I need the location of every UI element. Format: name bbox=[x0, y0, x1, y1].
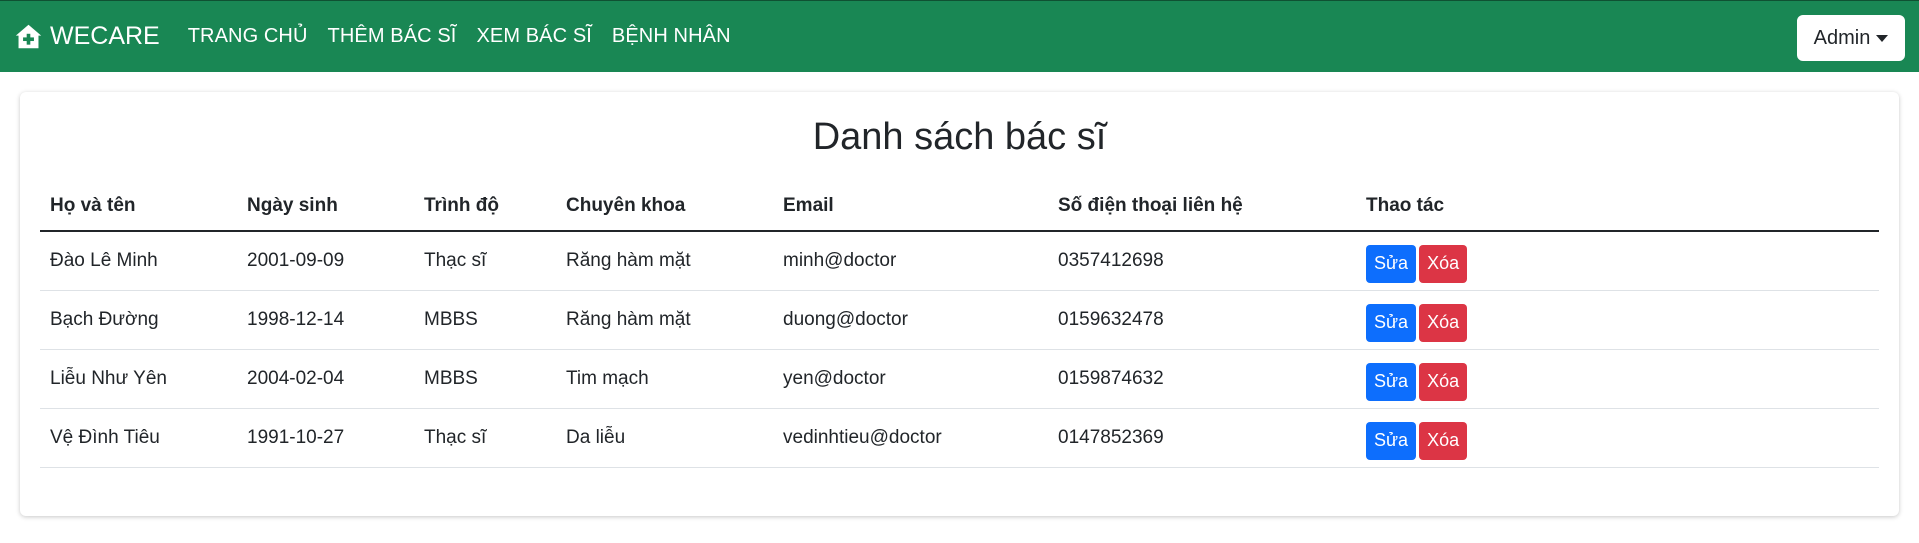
header-degree: Trình độ bbox=[414, 181, 556, 232]
caret-down-icon bbox=[1876, 34, 1889, 42]
cell-name: Vệ Đình Tiêu bbox=[40, 408, 237, 468]
page-title: Danh sách bác sĩ bbox=[812, 116, 1107, 158]
cell-degree: Thạc sĩ bbox=[414, 231, 556, 291]
nav-link-add-doctor[interactable]: THÊM BÁC SĨ bbox=[318, 25, 467, 48]
cell-actions: Sửa Xóa bbox=[1356, 408, 1879, 468]
cell-actions: Sửa Xóa bbox=[1356, 290, 1879, 350]
top-navbar: WECARE TRANG CHỦ THÊM BÁC SĨ XEM BÁC SĨ … bbox=[0, 0, 1919, 72]
cell-name: Liễu Như Yên bbox=[40, 349, 237, 409]
cell-degree: MBBS bbox=[414, 349, 556, 409]
cell-email: minh@doctor bbox=[773, 231, 1048, 291]
cell-email: yen@doctor bbox=[773, 349, 1048, 409]
edit-button[interactable]: Sửa bbox=[1366, 244, 1417, 283]
header-actions: Thao tác bbox=[1356, 181, 1879, 232]
header-birthdate: Ngày sinh bbox=[237, 181, 414, 232]
edit-button[interactable]: Sửa bbox=[1366, 421, 1417, 460]
table-row: Vệ Đình Tiêu 1991-10-27 Thạc sĩ Da liễu … bbox=[40, 408, 1879, 468]
cell-specialty: Răng hàm mặt bbox=[556, 290, 773, 350]
house-medical-icon bbox=[15, 24, 42, 49]
cell-name: Bạch Đường bbox=[40, 290, 237, 350]
edit-button[interactable]: Sửa bbox=[1366, 362, 1417, 401]
cell-degree: Thạc sĩ bbox=[414, 408, 556, 468]
cell-birthdate: 1991-10-27 bbox=[237, 408, 414, 468]
table-row: Bạch Đường 1998-12-14 MBBS Răng hàm mặt … bbox=[40, 290, 1879, 350]
nav-links: TRANG CHỦ THÊM BÁC SĨ XEM BÁC SĨ BỆNH NH… bbox=[178, 25, 741, 48]
nav-link-home[interactable]: TRANG CHỦ bbox=[178, 25, 318, 48]
table-row: Liễu Như Yên 2004-02-04 MBBS Tim mạch ye… bbox=[40, 349, 1879, 409]
cell-phone: 0357412698 bbox=[1048, 231, 1356, 291]
brand-link[interactable]: WECARE bbox=[14, 22, 160, 51]
cell-specialty: Da liễu bbox=[556, 408, 773, 468]
cell-birthdate: 2001-09-09 bbox=[237, 231, 414, 291]
table-row: Đào Lê Minh 2001-09-09 Thạc sĩ Răng hàm … bbox=[40, 231, 1879, 291]
cell-name: Đào Lê Minh bbox=[40, 231, 237, 291]
user-menu-dropdown[interactable]: Admin bbox=[1797, 15, 1905, 61]
cell-actions: Sửa Xóa bbox=[1356, 231, 1879, 291]
cell-email: duong@doctor bbox=[773, 290, 1048, 350]
header-specialty: Chuyên khoa bbox=[556, 181, 773, 232]
user-menu-label: Admin bbox=[1813, 26, 1871, 49]
cell-email: vedinhtieu@doctor bbox=[773, 408, 1048, 468]
delete-button[interactable]: Xóa bbox=[1419, 244, 1468, 283]
cell-phone: 0159632478 bbox=[1048, 290, 1356, 350]
brand-name: WECARE bbox=[50, 22, 160, 50]
header-name: Họ và tên bbox=[40, 181, 237, 232]
delete-button[interactable]: Xóa bbox=[1419, 362, 1468, 401]
doctor-list-card: Danh sách bác sĩ Họ và tên Ngày sinh Trì… bbox=[20, 92, 1899, 516]
cell-birthdate: 1998-12-14 bbox=[237, 290, 414, 350]
cell-phone: 0147852369 bbox=[1048, 408, 1356, 468]
nav-link-view-doctors[interactable]: XEM BÁC SĨ bbox=[466, 25, 601, 48]
header-phone: Số điện thoại liên hệ bbox=[1048, 181, 1356, 232]
header-email: Email bbox=[773, 181, 1048, 232]
table-header-row: Họ và tên Ngày sinh Trình độ Chuyên khoa… bbox=[40, 181, 1879, 232]
delete-button[interactable]: Xóa bbox=[1419, 421, 1468, 460]
cell-actions: Sửa Xóa bbox=[1356, 349, 1879, 409]
delete-button[interactable]: Xóa bbox=[1419, 303, 1468, 342]
cell-specialty: Tim mạch bbox=[556, 349, 773, 409]
doctor-table: Họ và tên Ngày sinh Trình độ Chuyên khoa… bbox=[40, 181, 1879, 468]
edit-button[interactable]: Sửa bbox=[1366, 303, 1417, 342]
cell-phone: 0159874632 bbox=[1048, 349, 1356, 409]
nav-link-patients[interactable]: BỆNH NHÂN bbox=[602, 25, 741, 48]
cell-degree: MBBS bbox=[414, 290, 556, 350]
cell-birthdate: 2004-02-04 bbox=[237, 349, 414, 409]
cell-specialty: Răng hàm mặt bbox=[556, 231, 773, 291]
